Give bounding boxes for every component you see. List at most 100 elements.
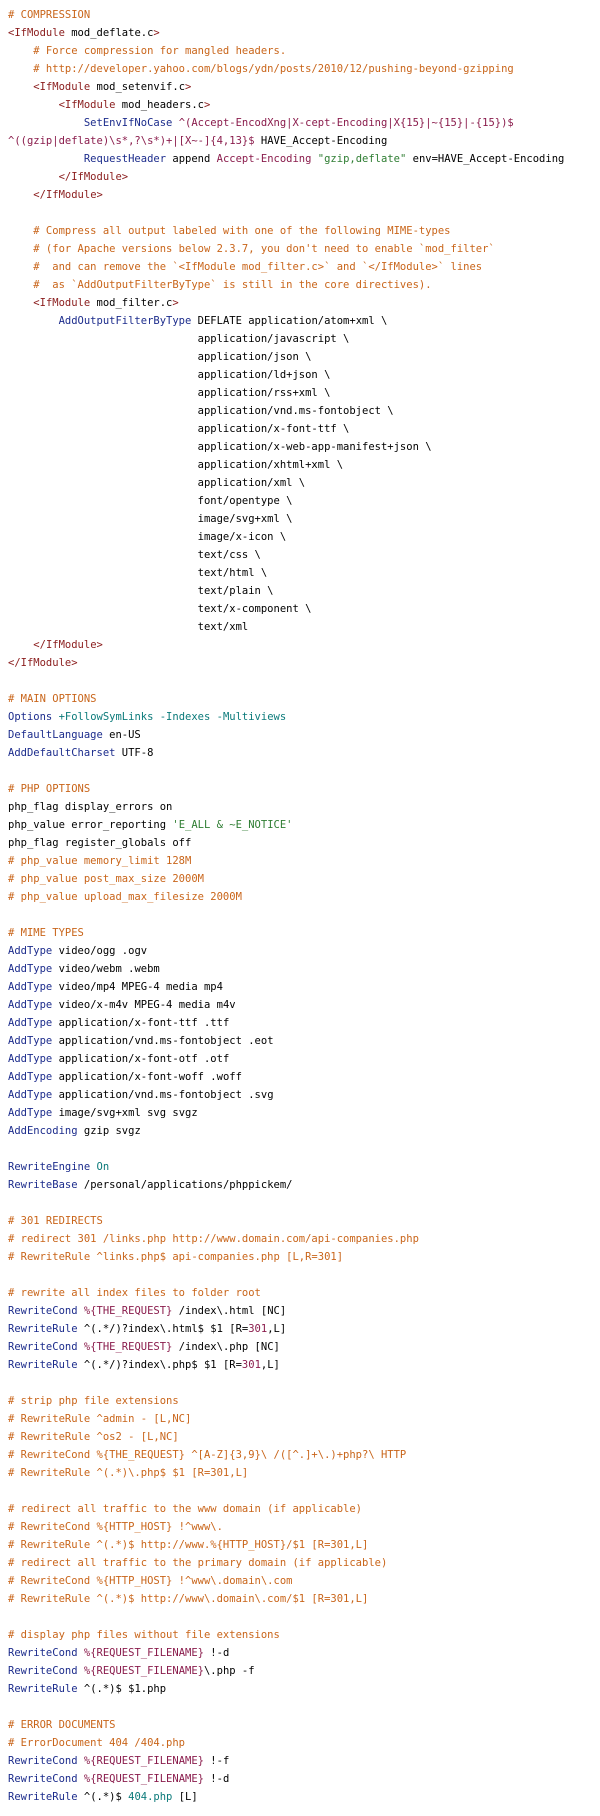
code-line: RewriteRule ^(.*)$ 404.php [L] [8, 1788, 600, 1806]
code-token: application/vnd.ms-fontobject .svg [52, 1089, 274, 1101]
code-token: append [166, 153, 217, 165]
code-line: AddType application/vnd.ms-fontobject .e… [8, 1032, 600, 1050]
code-token: # redirect 301 /links.php http://www.dom… [8, 1233, 419, 1245]
code-token: </IfModule> [58, 171, 129, 183]
code-token: > [185, 81, 192, 93]
code-token: application/json \ [8, 351, 312, 363]
code-line: Options +FollowSymLinks -Indexes -Multiv… [8, 708, 600, 726]
code-line: DefaultLanguage en-US [8, 726, 600, 744]
code-line: # redirect 301 /links.php http://www.dom… [8, 1230, 600, 1248]
code-token: ^(Accept-EncodXng|X-cept-Encoding|X{15}|… [172, 117, 514, 129]
code-token: %{THE_REQUEST} [77, 1341, 173, 1353]
code-token: # RewriteCond %{HTTP_HOST} !^www\.domain… [8, 1575, 293, 1587]
code-line: application/x-font-ttf \ [8, 420, 600, 438]
code-token: # RewriteRule ^(.*)\.php$ $1 [R=301,L] [8, 1467, 249, 1479]
code-token: AddType [8, 945, 53, 957]
code-line: AddType video/webm .webm [8, 960, 600, 978]
code-line: # http://developer.yahoo.com/blogs/ydn/p… [8, 60, 600, 78]
code-token: %{REQUEST_FILENAME} [77, 1773, 204, 1785]
code-token: RewriteCond [8, 1647, 78, 1659]
code-token: env=HAVE_Accept-Encoding [406, 153, 565, 165]
code-line: # (for Apache versions below 2.3.7, you … [8, 240, 600, 258]
code-token: php_flag display_errors on [8, 801, 173, 813]
code-token: /personal/applications/phppickem/ [77, 1179, 293, 1191]
code-token: 301 [248, 1323, 268, 1335]
code-token: SetEnvIfNoCase [83, 117, 173, 129]
code-line: # php_value post_max_size 2000M [8, 870, 600, 888]
code-line: application/json \ [8, 348, 600, 366]
code-token: # as `AddOutputFilterByType` is still in… [8, 279, 432, 291]
code-line: RewriteRule ^(.*/)?index\.php$ $1 [R=301… [8, 1356, 600, 1374]
code-token: <IfModule [8, 27, 65, 39]
code-token: > [172, 297, 179, 309]
code-token: # RewriteRule ^admin - [L,NC] [8, 1413, 192, 1425]
code-token: ,L] [260, 1359, 280, 1371]
code-line: AddType application/vnd.ms-fontobject .s… [8, 1086, 600, 1104]
code-token: > [204, 99, 211, 111]
code-token: !-f [203, 1755, 230, 1767]
code-token: AddType [8, 963, 53, 975]
code-token: !-d [203, 1773, 230, 1785]
code-line: image/svg+xml \ [8, 510, 600, 528]
code-token: # RewriteCond %{THE_REQUEST} ^[A-Z]{3,9}… [8, 1449, 407, 1461]
code-token: RewriteCond [8, 1755, 78, 1767]
code-token: DEFLATE application/atom+xml \ [191, 315, 388, 327]
code-line: text/css \ [8, 546, 600, 564]
code-token: AddType [8, 1053, 53, 1065]
code-token: font/opentype \ [8, 495, 293, 507]
code-token: RewriteCond [8, 1665, 78, 1677]
code-token: \.php -f [203, 1665, 255, 1677]
code-token: +FollowSymLinks -Indexes -Multiviews [52, 711, 287, 723]
code-line: php_flag register_globals off [8, 834, 600, 852]
code-token: application/vnd.ms-fontobject .eot [52, 1035, 274, 1047]
code-token: text/css \ [8, 549, 261, 561]
code-line: </IfModule> [8, 186, 600, 204]
code-line: RewriteBase /personal/applications/phppi… [8, 1176, 600, 1194]
code-line: image/x-icon \ [8, 528, 600, 546]
code-token: mod_headers.c [115, 99, 204, 111]
code-line: AddType application/x-font-ttf .ttf [8, 1014, 600, 1032]
code-token: # RewriteCond %{HTTP_HOST} !^www\. [8, 1521, 223, 1533]
code-token: "gzip,deflate" [317, 153, 407, 165]
code-token: !-d [203, 1647, 230, 1659]
code-line: # RewriteRule ^admin - [L,NC] [8, 1410, 600, 1428]
code-token: # php_value upload_max_filesize 2000M [8, 891, 242, 903]
code-token: 'E_ALL & ~E_NOTICE' [172, 819, 293, 831]
code-token: ^(.*/)?index\.html$ $1 [R= [77, 1323, 249, 1335]
code-token: [L] [172, 1791, 198, 1803]
code-token: ,L] [267, 1323, 287, 1335]
code-token: application/x-font-otf .otf [52, 1053, 230, 1065]
code-token: RewriteRule [8, 1359, 78, 1371]
code-line: <IfModule mod_deflate.c> [8, 24, 600, 42]
code-line: # RewriteRule ^(.*)\.php$ $1 [R=301,L] [8, 1464, 600, 1482]
code-token: text/xml [8, 621, 249, 633]
code-token: Accept-Encoding [216, 153, 312, 165]
code-token: AddType [8, 1089, 53, 1101]
code-token: application/x-font-woff .woff [52, 1071, 242, 1083]
code-token: RewriteRule [8, 1791, 78, 1803]
code-line: RewriteEngine On [8, 1158, 600, 1176]
code-line: AddType video/x-m4v MPEG-4 media m4v [8, 996, 600, 1014]
code-token: AddType [8, 1071, 53, 1083]
code-line: # RewriteRule ^os2 - [L,NC] [8, 1428, 600, 1446]
code-token: On [90, 1161, 110, 1173]
code-line: application/x-web-app-manifest+json \ [8, 438, 600, 456]
code-token: image/svg+xml \ [8, 513, 293, 525]
code-line: # ERROR DOCUMENTS [8, 1716, 600, 1734]
code-token: # RewriteRule ^(.*)$ http://www.%{HTTP_H… [8, 1539, 369, 1551]
code-token: # COMPRESSION [8, 9, 91, 21]
code-line: # RewriteCond %{HTTP_HOST} !^www\.domain… [8, 1572, 600, 1590]
code-token: image/x-icon \ [8, 531, 287, 543]
code-token: video/x-m4v MPEG-4 media m4v [52, 999, 236, 1011]
code-token: RewriteCond [8, 1341, 78, 1353]
code-line: text/xml [8, 618, 600, 636]
code-line: <IfModule mod_headers.c> [8, 96, 600, 114]
